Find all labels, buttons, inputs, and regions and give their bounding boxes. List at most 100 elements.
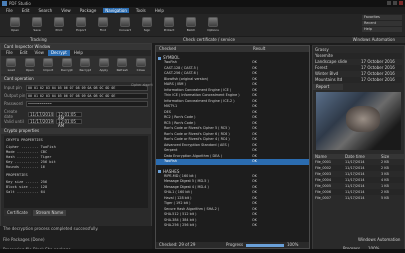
image-list: Grassy Yosemite Landscape slide 17 October …: [313, 46, 404, 84]
dropdown-header: Checked Result: [156, 46, 309, 52]
sub-tab-file[interactable]: File: [3, 50, 16, 56]
dropdown-item-result: OK: [252, 223, 257, 227]
toolbar-right-help[interactable]: Help: [362, 27, 402, 32]
crypto-properties-header: Crypto properties: [1, 128, 151, 134]
sub-toolbar-label: Load: [7, 68, 15, 72]
sub-toolbar-import-button[interactable]: Import: [42, 58, 55, 72]
sub-toolbar-label: Recrypt: [79, 68, 92, 72]
card-field-input[interactable]: 00 01 02 03 04 05 06 07 08 09 0A 0B 0C 0…: [26, 84, 148, 91]
toolbar-open-button[interactable]: Open: [8, 17, 22, 33]
menu-item-navigation[interactable]: Navigation: [103, 8, 129, 13]
menu-item-search[interactable]: Search: [36, 8, 54, 13]
checked-dropdown[interactable]: Checked Result SYMBOL TwoFish OK CAST-128 …: [155, 45, 310, 249]
windows-automation-label[interactable]: Windows Automation: [353, 37, 395, 43]
open-icon: [10, 17, 20, 27]
sub-toolbar-refresh-button[interactable]: Refresh: [116, 58, 129, 72]
dropdown-footer: Checked: 29 of 29 Progress 100%: [156, 242, 309, 248]
props-lines: Key size ...... 256 Block size .... 128 Sa…: [6, 180, 146, 195]
sub-toolbar-recrypt-button[interactable]: Recrypt: [79, 58, 92, 72]
menu-item-help[interactable]: Help: [153, 8, 166, 13]
crypto-lines: Cipher ........ TwoFish Mode .......... C…: [6, 145, 146, 170]
card-date-value[interactable]: 11/17/2014: [28, 111, 54, 117]
menu-item-tools[interactable]: Tools: [134, 8, 148, 13]
sub-tab-edit[interactable]: Edit: [17, 50, 31, 56]
sub-tab-help[interactable]: Help: [71, 50, 86, 56]
import-icon: [43, 58, 54, 67]
toolbar-right-recent[interactable]: Recent: [362, 21, 402, 26]
title-bar: PDF Studio: [0, 0, 405, 7]
photo-subject: [346, 106, 380, 132]
card-fields: Input pin 00 01 02 03 04 05 06 07 08 09 0…: [1, 82, 151, 110]
sub-toolbar-load-button[interactable]: Load: [5, 58, 18, 72]
group-checkbox-icon[interactable]: [158, 170, 161, 173]
sub-tab-decrypt[interactable]: Decrypt: [47, 50, 70, 56]
checked-count: Checked: 29 of 29: [159, 242, 196, 247]
report-tab[interactable]: Report: [313, 84, 343, 90]
toolbar-label: Open: [10, 28, 19, 32]
toolbar-batch-button[interactable]: Batch: [184, 17, 198, 33]
check-service-label[interactable]: Check certificate / service: [183, 37, 235, 43]
app-icon: [2, 1, 7, 6]
export-icon: [76, 17, 86, 27]
group-checkbox-icon[interactable]: [158, 56, 161, 60]
batch-icon: [186, 17, 196, 27]
props-heading: PROPERTIES: [6, 173, 28, 177]
menu-item-view[interactable]: View: [59, 8, 73, 13]
toolbar-find-button[interactable]: Find: [96, 17, 110, 33]
toolbar-sign-button[interactable]: Sign: [140, 17, 154, 33]
toolbar-save-button[interactable]: Save: [30, 17, 44, 33]
refresh-icon: [117, 58, 128, 67]
file-row[interactable]: File_0007 11/17/2014 5 KB: [313, 195, 404, 201]
minimize-button[interactable]: [387, 1, 391, 5]
toolbar-protect-button[interactable]: Protect: [162, 17, 176, 33]
toolbar-options-button[interactable]: Options: [206, 17, 220, 33]
sub-toolbar-close-button[interactable]: Close: [135, 58, 148, 72]
card-field-label: Output pin: [4, 93, 26, 98]
sub-tab-view[interactable]: View: [31, 50, 47, 56]
hashes-list: RIPE-MD ( 160 bit ) OK Message Digest 5 ( …: [156, 174, 309, 229]
card-field-input[interactable]: 00 01 02 03 04 05 06 07 08 09 0A 0B 0C 0…: [26, 92, 148, 99]
dropdown-item-name: SHA-256 ( 256 bit ): [164, 223, 197, 227]
sub-toolbar-label: Close: [136, 68, 145, 72]
maximize-button[interactable]: [393, 1, 397, 5]
card-field-input[interactable]: ••••••••••••: [26, 100, 148, 107]
props-line: Salt .......... 64: [6, 190, 45, 194]
card-date-row: Valid until 11/17/2019 12:01:05 AM: [4, 118, 148, 127]
protect-icon: [164, 17, 174, 27]
dropdown-item-result: OK: [252, 159, 257, 163]
image-list-row[interactable]: Mountains ltd 17 October 2016: [315, 77, 402, 83]
card-date-value[interactable]: 11/17/2019: [28, 118, 54, 124]
open-icon: [24, 58, 35, 67]
menu-item-edit[interactable]: Edit: [20, 8, 32, 13]
toolbar-label: Options: [207, 28, 219, 32]
toolbar-convert-button[interactable]: Convert: [118, 17, 132, 33]
close-button[interactable]: [399, 1, 403, 5]
toolbar-print-button[interactable]: Print: [52, 17, 66, 33]
toolbar-export-button[interactable]: Export: [74, 17, 88, 33]
menu-bar: File Edit Search View Package Navigation Tools…: [0, 7, 405, 14]
sub-toolbar-apply-button[interactable]: Apply: [98, 58, 111, 72]
card-field-label: Password: [4, 101, 23, 106]
dropdown-item[interactable]: SHA-256 ( 256 bit ) OK: [156, 223, 309, 229]
status-line-1: The decryption process completed success…: [3, 226, 99, 231]
dropdown-header-result[interactable]: Result: [251, 46, 265, 52]
card-time-value[interactable]: 12:01:05 AM: [56, 111, 82, 120]
sub-toolbar-open-button[interactable]: Open: [24, 58, 37, 72]
dropdown-item[interactable]: TwoFish OK: [156, 159, 309, 165]
cipher-algorithm-label: Cipher algorithm: [131, 83, 153, 87]
crypto-tab-1[interactable]: Stream Name: [32, 210, 67, 216]
card-time-value[interactable]: 12:01:05 AM: [56, 118, 82, 127]
crypto-line: Rounds ........ 16: [6, 165, 45, 169]
toolbar-right-favorites[interactable]: Favorites: [362, 15, 402, 20]
sub-toolbar-decrypt-button[interactable]: Decrypt: [61, 58, 74, 72]
dropdown-header-checked[interactable]: Checked: [156, 46, 251, 52]
status-line-2: File Packages (Done): [3, 237, 45, 242]
crypto-tab-0[interactable]: Certificate: [4, 210, 31, 216]
progress-bar: [246, 243, 284, 247]
sub-window-toolbar: Load Open Import Decrypt Recrypt Apply Refresh…: [1, 56, 151, 74]
toolbar-right-items: Favorites Recent Help: [362, 15, 402, 35]
menu-item-package[interactable]: Package: [78, 8, 99, 13]
menu-item-file[interactable]: File: [4, 8, 15, 13]
dropdown-item-name: TwoFish: [164, 159, 177, 163]
right-footer: Windows Automation: [313, 237, 404, 242]
